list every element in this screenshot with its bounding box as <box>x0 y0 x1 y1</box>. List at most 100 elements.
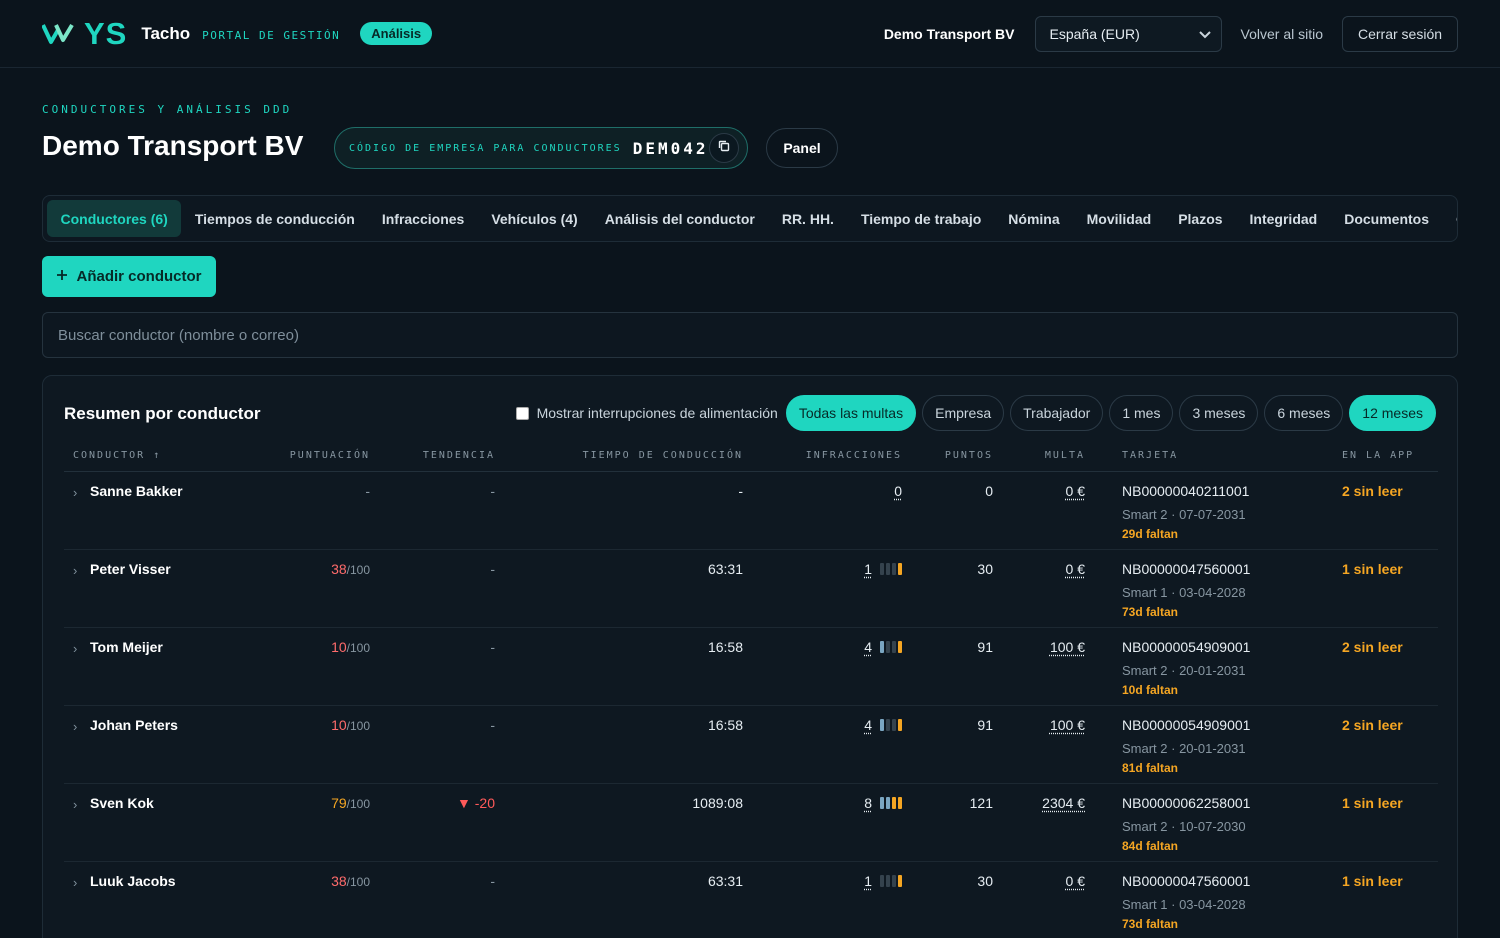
filter-pill-3[interactable]: 1 mes <box>1109 395 1174 431</box>
fine-value[interactable]: 100 € <box>1050 717 1085 733</box>
col-drive-time[interactable]: TIEMPO DE CONDUCCIÓN <box>583 450 743 461</box>
expand-chevron-icon[interactable]: › <box>73 875 77 890</box>
tab-11[interactable]: Documentos <box>1331 200 1443 237</box>
driver-name: Johan Peters <box>90 717 178 733</box>
tab-12[interactable]: Org <box>1443 200 1457 237</box>
app-unread[interactable]: 1 sin leer <box>1342 795 1403 811</box>
expand-chevron-icon[interactable]: › <box>73 641 77 656</box>
table-row[interactable]: › Tom Meijer 10/100 - 16:58 4 91 100 € NB0000005… <box>64 628 1438 706</box>
col-card[interactable]: TARJETA <box>1122 450 1178 461</box>
back-to-site-link[interactable]: Volver al sitio <box>1241 26 1323 42</box>
tab-7[interactable]: Nómina <box>995 200 1073 237</box>
app-unread[interactable]: 2 sin leer <box>1342 639 1403 655</box>
filter-pill-1[interactable]: Empresa <box>922 395 1005 431</box>
card-days-left: 84d faltan <box>1122 839 1179 853</box>
power-interruptions-toggle[interactable]: Mostrar interrupciones de alimentación <box>515 405 778 421</box>
infractions-cell[interactable]: 4 <box>864 717 902 733</box>
severity-bars <box>880 875 902 887</box>
tab-9[interactable]: Plazos <box>1165 200 1236 237</box>
fine-value[interactable]: 0 € <box>1066 873 1085 889</box>
severity-bars <box>880 719 902 731</box>
app-unread[interactable]: 2 sin leer <box>1342 483 1403 499</box>
search-placeholder: Buscar conductor (nombre o correo) <box>58 326 299 344</box>
card-number: NB00000062258001 <box>1122 795 1251 811</box>
col-trend[interactable]: TENDENCIA <box>423 450 495 461</box>
expand-chevron-icon[interactable]: › <box>73 485 77 500</box>
driver-search-input[interactable]: Buscar conductor (nombre o correo) <box>42 312 1458 358</box>
col-app[interactable]: EN LA APP <box>1342 450 1414 461</box>
infractions-count[interactable]: 0 <box>894 483 902 499</box>
infractions-count[interactable]: 4 <box>864 639 872 655</box>
filter-pill-2[interactable]: Trabajador <box>1010 395 1104 431</box>
tab-0[interactable]: Conductores (6) <box>47 200 182 237</box>
region-select[interactable]: España (EUR) <box>1034 15 1222 52</box>
score-denominator: /100 <box>346 719 370 733</box>
tab-10[interactable]: Integridad <box>1236 200 1331 237</box>
severity-bar <box>886 875 890 887</box>
infractions-cell[interactable]: 4 <box>864 639 902 655</box>
tab-8[interactable]: Movilidad <box>1073 200 1165 237</box>
tab-3[interactable]: Vehículos (4) <box>478 200 591 237</box>
table-row[interactable]: › Luuk Jacobs 38/100 - 63:31 1 30 0 € NB00000047… <box>64 862 1438 938</box>
card-details: Smart 2 · 10-07-2030 <box>1122 819 1246 834</box>
card-details: Smart 2 · 07-07-2031 <box>1122 507 1246 522</box>
filter-pill-6[interactable]: 12 meses <box>1349 395 1436 431</box>
tab-2[interactable]: Infracciones <box>368 200 477 237</box>
severity-bar <box>892 641 896 653</box>
col-score[interactable]: PUNTUACIÓN <box>290 450 370 461</box>
filter-pill-4[interactable]: 3 meses <box>1179 395 1259 431</box>
col-driver[interactable]: CONDUCTOR ↑ <box>73 450 161 461</box>
logo-text: YS <box>84 15 128 51</box>
copy-code-button[interactable] <box>709 133 739 163</box>
app-unread[interactable]: 2 sin leer <box>1342 717 1403 733</box>
fine-value[interactable]: 2304 € <box>1042 795 1085 811</box>
fine-value[interactable]: 0 € <box>1066 561 1085 577</box>
expand-chevron-icon[interactable]: › <box>73 797 77 812</box>
tab-4[interactable]: Análisis del conductor <box>591 200 768 237</box>
col-infractions[interactable]: INFRACCIONES <box>806 450 902 461</box>
app-unread[interactable]: 1 sin leer <box>1342 561 1403 577</box>
panel-button[interactable]: Panel <box>766 128 838 168</box>
infractions-count[interactable]: 8 <box>864 795 872 811</box>
col-fine[interactable]: MULTA <box>1045 450 1085 461</box>
add-driver-button[interactable]: Añadir conductor <box>42 256 216 297</box>
filter-pill-5[interactable]: 6 meses <box>1264 395 1344 431</box>
checkbox[interactable] <box>515 406 529 420</box>
severity-bar <box>886 797 890 809</box>
expand-chevron-icon[interactable]: › <box>73 563 77 578</box>
table-row[interactable]: › Johan Peters 10/100 - 16:58 4 91 100 € NB00000… <box>64 706 1438 784</box>
fine-value[interactable]: 100 € <box>1050 639 1085 655</box>
severity-bar <box>880 719 884 731</box>
infractions-count[interactable]: 1 <box>864 873 872 889</box>
severity-bar <box>886 641 890 653</box>
infractions-count[interactable]: 1 <box>864 561 872 577</box>
driver-name: Sanne Bakker <box>90 483 183 499</box>
brand[interactable]: YS Tacho PORTAL DE GESTIÓN Análisis <box>42 15 433 52</box>
severity-bars <box>880 797 902 809</box>
driver-name: Luuk Jacobs <box>90 873 176 889</box>
fine-value[interactable]: 0 € <box>1066 483 1085 499</box>
driver-name: Sven Kok <box>90 795 154 811</box>
table-row[interactable]: › Sven Kok 79/100 ▼ -20 1089:08 8 121 2304 € NB0… <box>64 784 1438 862</box>
infractions-cell[interactable]: 8 <box>864 795 902 811</box>
tab-6[interactable]: Tiempo de trabajo <box>847 200 994 237</box>
infractions-cell[interactable]: 0 <box>894 483 902 499</box>
severity-bar <box>880 641 884 653</box>
expand-chevron-icon[interactable]: › <box>73 719 77 734</box>
tab-5[interactable]: RR. HH. <box>768 200 847 237</box>
app-unread[interactable]: 1 sin leer <box>1342 873 1403 889</box>
col-points[interactable]: PUNTOS <box>945 450 993 461</box>
table-row[interactable]: › Sanne Bakker - - - 0 0 0 € NB00000040211001 Sma… <box>64 472 1438 550</box>
table-row[interactable]: › Peter Visser 38/100 - 63:31 1 30 0 € NB0000004… <box>64 550 1438 628</box>
infractions-cell[interactable]: 1 <box>864 873 902 889</box>
score-trend: ▼ -20 <box>457 795 495 811</box>
score-denominator: /100 <box>346 797 370 811</box>
infractions-cell[interactable]: 1 <box>864 561 902 577</box>
company-code-label: CÓDIGO DE EMPRESA PARA CONDUCTORES <box>349 142 622 154</box>
filter-pill-0[interactable]: Todas las multas <box>785 395 917 431</box>
driver-score: 38/100 <box>331 561 370 577</box>
tab-1[interactable]: Tiempos de conducción <box>181 200 368 237</box>
points-value: 0 <box>985 483 993 499</box>
infractions-count[interactable]: 4 <box>864 717 872 733</box>
logout-button[interactable]: Cerrar sesión <box>1342 15 1458 52</box>
